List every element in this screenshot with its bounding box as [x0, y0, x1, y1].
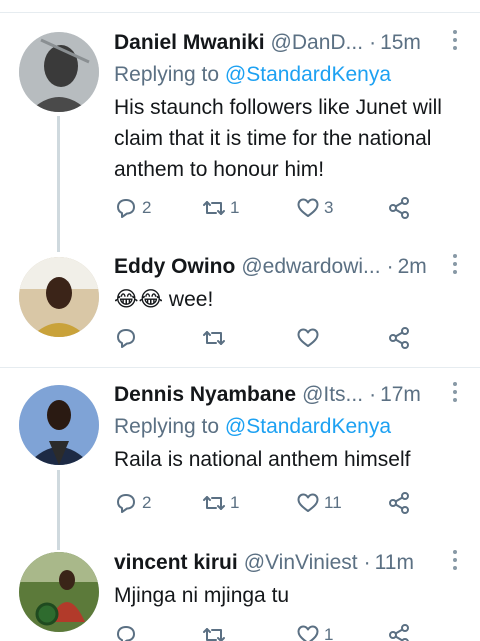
- display-name[interactable]: vincent kirui: [114, 551, 238, 575]
- display-name[interactable]: Daniel Mwaniki: [114, 31, 265, 55]
- share-button[interactable]: [387, 323, 411, 353]
- like-button[interactable]: 11: [296, 488, 342, 518]
- reply-button[interactable]: [114, 323, 142, 353]
- heart-icon: [297, 198, 319, 217]
- replying-to: Replying to @StandardKenya: [114, 63, 391, 86]
- reply-button[interactable]: 2: [114, 488, 151, 518]
- heart-icon: [297, 625, 319, 641]
- reply-count: 2: [142, 493, 152, 512]
- mention-link[interactable]: @StandardKenya: [225, 63, 391, 86]
- user-handle[interactable]: @DanD...: [271, 31, 364, 55]
- retweet-button[interactable]: 1: [202, 193, 239, 223]
- user-handle[interactable]: @edwardowi...: [241, 255, 380, 279]
- reply-icon: [117, 494, 135, 513]
- tweet-text: 😂😂 wee!: [114, 288, 214, 311]
- display-name[interactable]: Dennis Nyambane: [114, 383, 296, 407]
- share-icon: [389, 327, 409, 349]
- retweet-button[interactable]: 1: [202, 488, 239, 518]
- timestamp[interactable]: 15m: [380, 31, 421, 55]
- reply-icon: [117, 329, 135, 348]
- top-divider: [0, 12, 480, 13]
- retweet-button[interactable]: [202, 620, 230, 641]
- emoji-tears-of-joy: 😂😂: [114, 288, 164, 311]
- tweet-dennis-nyambane[interactable]: Dennis Nyambane @Its... · 17m Replying t…: [0, 372, 480, 550]
- more-vertical-icon[interactable]: [452, 30, 458, 54]
- like-button[interactable]: 3: [296, 193, 333, 223]
- timestamp[interactable]: 17m: [380, 383, 421, 407]
- thread-line: [57, 470, 60, 550]
- heart-icon: [297, 328, 319, 347]
- share-button[interactable]: [387, 620, 411, 641]
- avatar[interactable]: [19, 552, 99, 632]
- more-vertical-icon[interactable]: [452, 254, 458, 278]
- like-button[interactable]: [296, 323, 324, 353]
- share-button[interactable]: [387, 193, 411, 223]
- tweet-text: Mjinga ni mjinga tu: [114, 584, 290, 607]
- user-handle[interactable]: @VinViniest: [244, 551, 358, 575]
- tweet-text: His staunch followers like Junet will cl…: [114, 96, 442, 181]
- heart-icon: [297, 493, 319, 512]
- retweet-icon: [203, 496, 225, 510]
- like-count: 11: [324, 493, 342, 512]
- reply-count: 2: [142, 198, 152, 217]
- share-icon: [389, 197, 409, 219]
- reply-button[interactable]: [114, 620, 142, 641]
- retweet-icon: [203, 201, 225, 215]
- tweet-daniel-mwaniki[interactable]: Daniel Mwaniki @DanD... · 15m Replying t…: [0, 20, 480, 252]
- tweet-eddy-owino[interactable]: Eddy Owino @edwardowi... · 2m 😂😂 wee!: [0, 240, 480, 365]
- like-button[interactable]: 1: [296, 620, 333, 641]
- share-icon: [389, 492, 409, 514]
- replying-to: Replying to @StandardKenya: [114, 415, 391, 438]
- more-vertical-icon[interactable]: [452, 550, 458, 574]
- retweet-button[interactable]: [202, 323, 230, 353]
- more-vertical-icon[interactable]: [452, 382, 458, 406]
- avatar[interactable]: [19, 32, 99, 112]
- avatar[interactable]: [19, 385, 99, 465]
- timestamp[interactable]: 2m: [398, 255, 427, 279]
- timestamp[interactable]: 11m: [375, 551, 414, 575]
- reply-icon: [117, 199, 135, 218]
- display-name[interactable]: Eddy Owino: [114, 255, 235, 279]
- reply-icon: [117, 626, 135, 641]
- retweet-icon: [203, 628, 225, 641]
- thread-line: [57, 116, 60, 252]
- share-button[interactable]: [387, 488, 411, 518]
- retweet-icon: [203, 331, 225, 345]
- reply-button[interactable]: 2: [114, 193, 151, 223]
- mention-link[interactable]: @StandardKenya: [225, 415, 391, 438]
- tweet-vincent-kirui[interactable]: vincent kirui @VinViniest · 11m Mjinga n…: [0, 540, 480, 641]
- retweet-count: 1: [230, 198, 240, 217]
- like-count: 1: [324, 625, 334, 641]
- tweet-text: Raila is national anthem himself: [114, 448, 411, 471]
- user-handle[interactable]: @Its...: [302, 383, 363, 407]
- share-icon: [389, 624, 409, 641]
- like-count: 3: [324, 198, 334, 217]
- retweet-count: 1: [230, 493, 240, 512]
- avatar[interactable]: [19, 257, 99, 337]
- conversation-divider: [0, 367, 480, 368]
